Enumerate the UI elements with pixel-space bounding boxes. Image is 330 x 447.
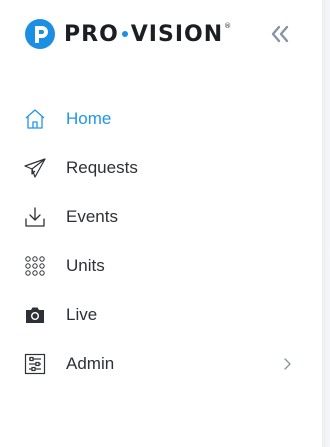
brand-logo[interactable]: PRO VISION ® bbox=[24, 18, 232, 50]
sidebar: PRO VISION ® Home Requests Events Units … bbox=[0, 0, 322, 447]
menu-item-label: Admin bbox=[66, 353, 115, 373]
grid-dots-icon bbox=[24, 255, 46, 277]
menu-item-label: Live bbox=[66, 304, 98, 324]
menu-item-home[interactable]: Home bbox=[0, 94, 322, 143]
chevron-right-icon bbox=[284, 357, 291, 370]
home-icon bbox=[24, 108, 46, 130]
main-menu: Home Requests Events Units Live Admin bbox=[0, 94, 322, 388]
sidebar-header: PRO VISION ® bbox=[0, 0, 322, 70]
menu-item-requests[interactable]: Requests bbox=[0, 143, 322, 192]
menu-item-live[interactable]: Live bbox=[0, 290, 322, 339]
sliders-icon bbox=[24, 353, 46, 375]
download-icon bbox=[24, 206, 46, 228]
collapse-sidebar-button[interactable] bbox=[268, 22, 292, 46]
brand-name-right: VISION bbox=[130, 21, 224, 47]
camera-icon bbox=[24, 304, 46, 326]
pro-vision-logo-icon bbox=[25, 19, 55, 49]
sidebar-edge-shadow bbox=[322, 0, 330, 447]
menu-item-label: Home bbox=[66, 108, 112, 128]
menu-item-admin[interactable]: Admin bbox=[0, 339, 322, 388]
brand-dot bbox=[121, 31, 128, 37]
menu-item-units[interactable]: Units bbox=[0, 241, 322, 290]
menu-item-label: Requests bbox=[66, 157, 138, 177]
brand-wordmark: PRO VISION ® bbox=[64, 22, 232, 47]
brand-name-left: PRO bbox=[64, 21, 119, 47]
menu-item-label: Units bbox=[66, 255, 105, 275]
menu-item-label: Events bbox=[66, 206, 118, 226]
menu-item-events[interactable]: Events bbox=[0, 192, 322, 241]
registered-mark: ® bbox=[224, 22, 233, 30]
double-chevron-left-icon bbox=[271, 25, 289, 43]
paper-plane-icon bbox=[24, 157, 46, 179]
